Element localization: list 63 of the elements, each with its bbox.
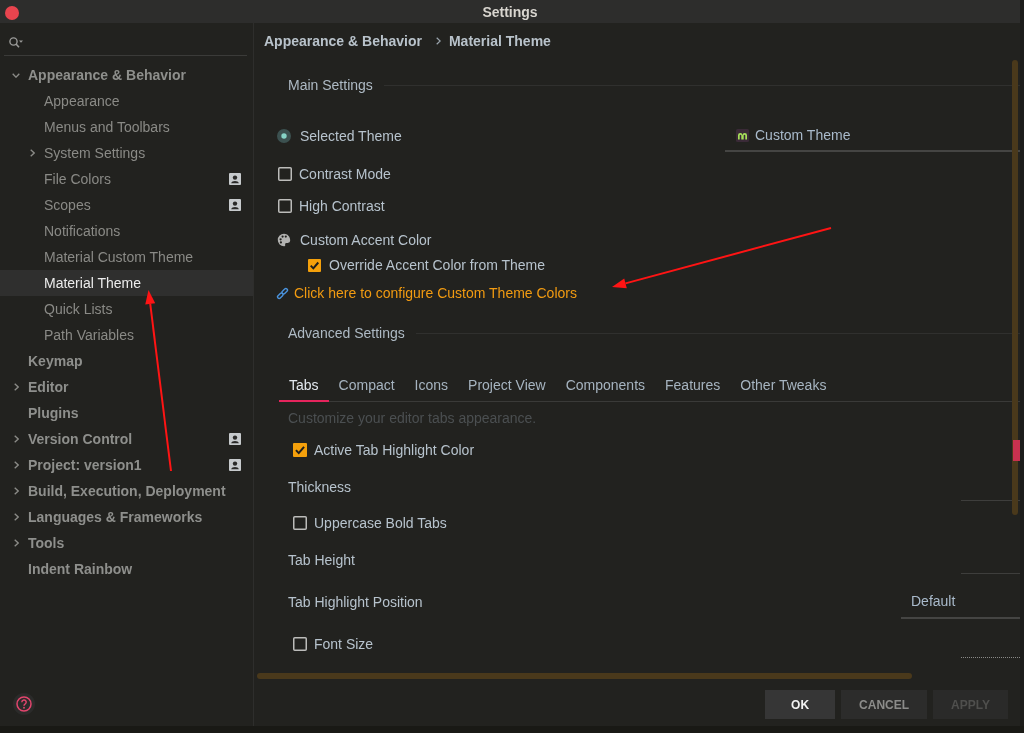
tree-item[interactable]: Scopes [0, 192, 253, 218]
tab[interactable]: Components [555, 370, 656, 402]
tree-item[interactable]: Version Control [0, 426, 253, 452]
setting-label: Thickness [288, 479, 352, 495]
tree-item[interactable]: Build, Execution, Deployment [0, 478, 253, 504]
tree-item[interactable]: Appearance & Behavior [0, 62, 253, 88]
tab[interactable]: Icons [404, 370, 459, 402]
checkbox-label: Font Size [314, 636, 374, 652]
checkbox-label: High Contrast [299, 198, 385, 214]
tree-item[interactable]: Indent Rainbow [0, 556, 253, 582]
tab[interactable]: Compact [328, 370, 405, 402]
tab[interactable]: Features [655, 370, 731, 402]
tab[interactable]: Tabs [279, 370, 329, 402]
tree-item[interactable]: Notifications [0, 218, 253, 244]
tree-item[interactable]: Material Theme [0, 270, 253, 296]
tree-item[interactable]: Plugins [0, 400, 253, 426]
breadcrumb-item: Appearance & Behavior [264, 33, 422, 49]
window-title: Settings [482, 3, 538, 20]
theme-logo-icon [736, 128, 749, 142]
breadcrumb-separator-icon [435, 37, 441, 45]
vertical-scrollbar[interactable] [1012, 60, 1018, 515]
palette-icon [277, 233, 291, 247]
tab[interactable]: Project View [458, 370, 556, 402]
checkbox-label: Uppercase Bold Tabs [314, 515, 447, 531]
close-button[interactable] [5, 6, 19, 20]
tree-item[interactable]: File Colors [0, 166, 253, 192]
checkbox[interactable] [278, 167, 292, 181]
tree-item[interactable]: Tools [0, 530, 253, 556]
tree-item[interactable]: Path Variables [0, 322, 253, 348]
checkbox[interactable] [278, 199, 292, 213]
checkbox[interactable] [293, 443, 307, 457]
checkbox-label: Override Accent Color from Theme [329, 257, 546, 273]
color-swatch[interactable] [1013, 439, 1020, 461]
checkbox-label: Contrast Mode [299, 166, 391, 182]
tree-item[interactable]: Menus and Toolbars [0, 114, 253, 140]
tree-item[interactable]: Languages & Frameworks [0, 504, 253, 530]
group-label: Custom Accent Color [300, 232, 432, 248]
radio-button[interactable] [277, 129, 291, 143]
search-icon [9, 37, 23, 48]
checkbox[interactable] [293, 637, 307, 651]
section-title: Main Settings [288, 77, 373, 93]
tree-item[interactable]: Quick Lists [0, 296, 253, 322]
horizontal-scrollbar[interactable] [257, 673, 912, 679]
setting-label: Tab Height [288, 552, 355, 568]
checkbox[interactable] [293, 516, 307, 530]
tab[interactable]: Other Tweaks [730, 370, 837, 402]
tree-item[interactable]: Keymap [0, 348, 253, 374]
link[interactable]: Click here to configure Custom Theme Colors [294, 285, 577, 301]
section-title: Advanced Settings [288, 325, 405, 341]
radio-label: Selected Theme [300, 128, 402, 144]
tree-item[interactable]: System Settings [0, 140, 253, 166]
tree-item[interactable]: Editor [0, 374, 253, 400]
setting-label: Tab Highlight Position [288, 594, 423, 610]
checkbox[interactable] [308, 258, 321, 272]
dialog-button[interactable]: CANCEL [841, 690, 928, 719]
checkbox-label: Active Tab Highlight Color [314, 442, 475, 458]
breadcrumb-item: Material Theme [448, 33, 551, 49]
tree-item[interactable]: Project: version1 [0, 452, 253, 478]
tree-item[interactable]: Material Custom Theme [0, 244, 253, 270]
dialog-button[interactable]: OK [765, 690, 836, 719]
tree-item[interactable]: Appearance [0, 88, 253, 114]
link-icon [276, 286, 289, 300]
help-icon[interactable] [13, 693, 35, 715]
